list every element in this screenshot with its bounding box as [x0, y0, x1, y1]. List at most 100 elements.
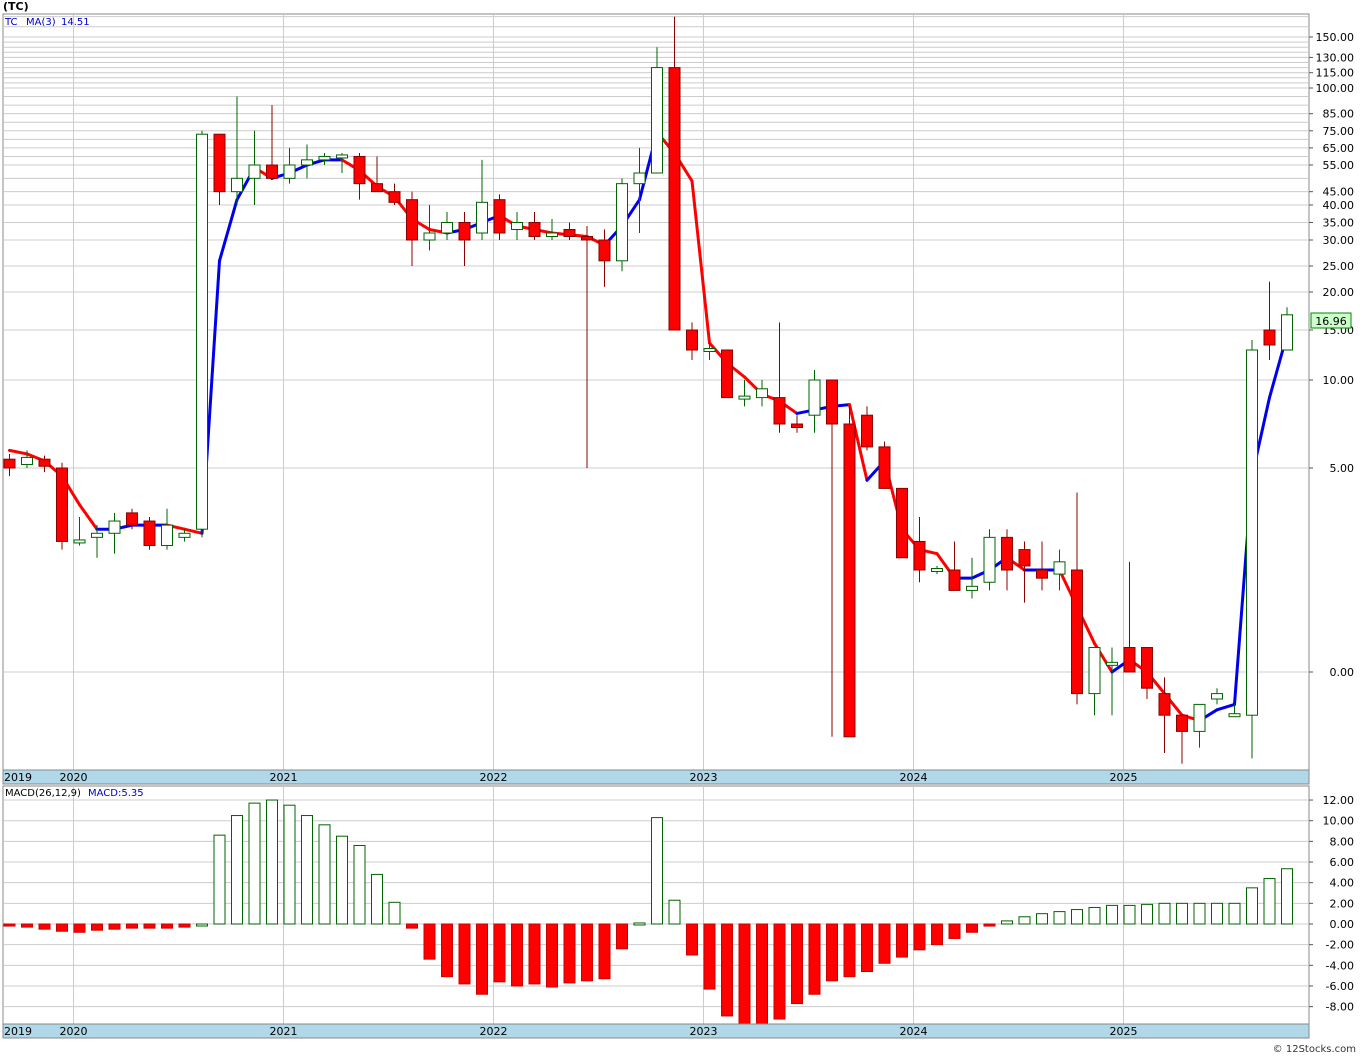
candle-body	[1071, 569, 1083, 695]
candle-body	[686, 329, 698, 351]
macd-bar	[1123, 904, 1136, 925]
macd-bar	[843, 923, 856, 978]
candle	[1246, 340, 1258, 759]
candle-body	[126, 512, 138, 526]
macd-bar	[318, 824, 331, 925]
macd-panel: 12.00 10.00 8.00 6.00 4.00 2.00 0.00 -2.00 -4.00…	[2, 785, 1355, 1028]
macd-tick-label: -8.00	[1326, 1001, 1354, 1014]
price-tick-label: 65.00	[1323, 142, 1355, 155]
macd-bar	[1053, 911, 1066, 925]
candle-body	[563, 229, 576, 237]
macd-bar	[108, 923, 121, 930]
year-label: 2025	[1110, 1025, 1138, 1038]
macd-legend-value: MACD:5.35	[88, 788, 144, 799]
price-tick-label: 55.00	[1323, 159, 1355, 172]
macd-bar	[703, 923, 716, 990]
candle-body	[983, 536, 996, 583]
candle-body	[546, 232, 558, 237]
legend-ma-label: MA(3)	[26, 17, 56, 28]
candle-body	[266, 164, 278, 179]
candle-body	[178, 532, 191, 538]
macd-bar	[931, 923, 943, 946]
macd-bar	[808, 923, 821, 995]
candle	[493, 194, 506, 240]
price-tick-label: 5.00	[1330, 462, 1355, 475]
candle-body	[213, 133, 226, 193]
candle-body	[511, 222, 523, 230]
macd-bar	[91, 923, 103, 931]
macd-bar	[896, 923, 908, 958]
macd-bar	[178, 923, 191, 928]
year-label: 2019	[4, 771, 32, 784]
candle-body	[231, 177, 243, 193]
candle-body	[1123, 647, 1136, 673]
year-label: 2020	[60, 771, 88, 784]
macd-tick-label: 6.00	[1330, 856, 1355, 869]
macd-bar	[423, 923, 436, 960]
candle-body	[1228, 713, 1241, 718]
macd-bar	[738, 923, 751, 1028]
candle-body	[1018, 549, 1031, 567]
macd-bar	[441, 923, 453, 978]
candle-body	[318, 155, 331, 161]
macd-tick-label: 8.00	[1330, 835, 1355, 848]
macd-bar	[966, 923, 978, 933]
macd-bar	[773, 923, 786, 1020]
price-tick-label: 75.00	[1323, 125, 1355, 138]
candle-body	[196, 133, 208, 530]
year-label: 2023	[690, 1025, 718, 1038]
year-label: 2023	[690, 771, 718, 784]
candle-body	[56, 467, 68, 542]
candle-body	[528, 222, 541, 237]
macd-bar	[1088, 906, 1101, 925]
candle-body	[1246, 349, 1258, 716]
year-label: 2024	[900, 771, 928, 784]
candle-body	[948, 569, 961, 591]
macd-bar	[143, 923, 156, 929]
candle-body	[616, 183, 628, 262]
candle-body	[1053, 561, 1066, 575]
candle	[896, 487, 908, 559]
candle-body	[738, 395, 751, 400]
candle	[143, 516, 156, 550]
legend-symbol: TC	[4, 17, 18, 28]
candle-body	[668, 67, 681, 331]
price-tick-label: 35.00	[1323, 217, 1355, 230]
candle-body	[773, 397, 786, 425]
price-tick-label: 115.00	[1316, 67, 1355, 80]
candle-body	[791, 423, 803, 429]
candle-body	[1176, 714, 1188, 732]
candle-body	[1106, 661, 1118, 666]
macd-bar	[1158, 902, 1171, 925]
candle-body	[38, 458, 51, 467]
macd-bar	[721, 923, 733, 1017]
candle-body	[1088, 647, 1101, 695]
macd-bar	[948, 923, 961, 939]
candle-body	[1141, 647, 1153, 689]
macd-bar	[38, 923, 51, 930]
candle-body	[441, 222, 453, 234]
macd-bar	[231, 815, 243, 925]
macd-bar	[616, 923, 628, 950]
macd-bar	[301, 815, 313, 925]
macd-tick-label: -2.00	[1326, 939, 1354, 952]
macd-bar	[283, 804, 296, 925]
macd-bar	[336, 835, 348, 925]
candle	[56, 462, 68, 550]
macd-bar	[1071, 909, 1083, 925]
candle-body	[1158, 693, 1171, 716]
candle-body	[1281, 314, 1293, 351]
candle-body	[161, 524, 173, 547]
candle-body	[406, 199, 418, 241]
macd-bar	[1176, 902, 1188, 925]
legend-ma-value: 14.51	[61, 17, 90, 28]
macd-bar	[56, 923, 68, 932]
candle-body	[931, 568, 943, 572]
macd-bar	[791, 923, 803, 1005]
macd-legend-label: MACD(26,12,9)	[5, 788, 81, 799]
macd-bar	[196, 923, 208, 927]
macd-bar	[126, 923, 138, 929]
macd-bar	[493, 923, 506, 983]
macd-bar	[1281, 868, 1293, 925]
year-label: 2021	[270, 771, 298, 784]
